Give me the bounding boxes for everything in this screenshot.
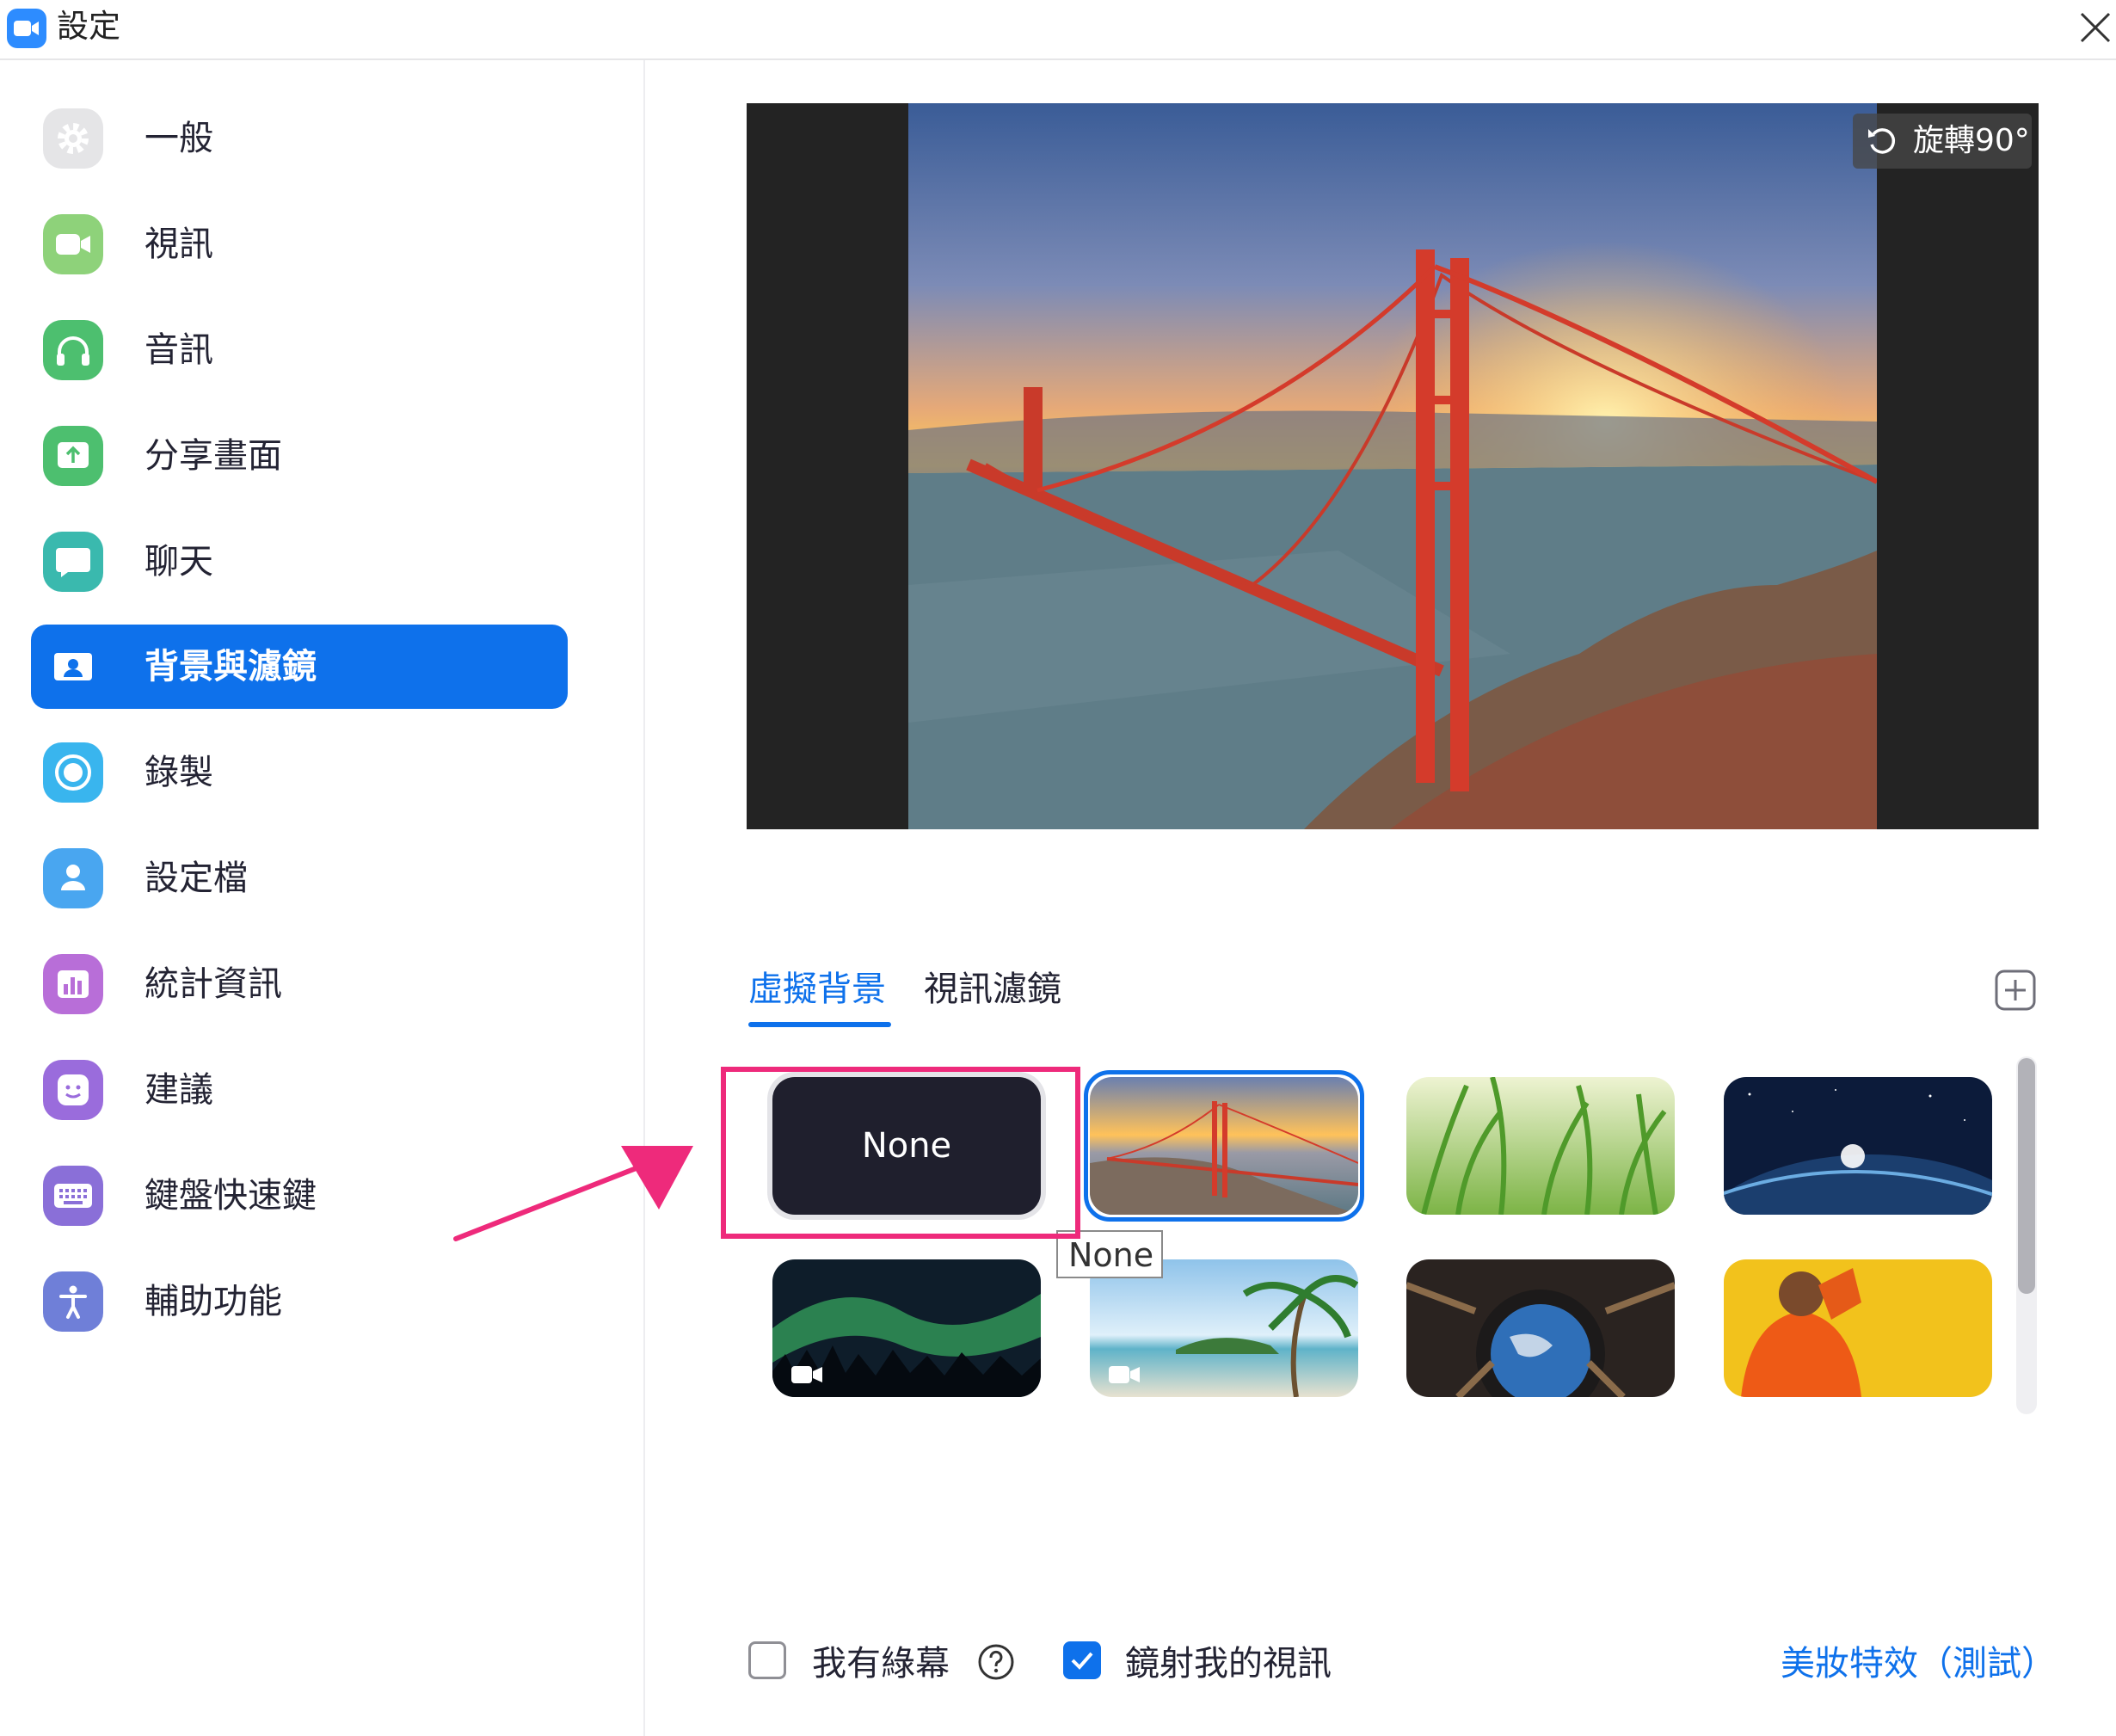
- sidebar-item-recording[interactable]: 錄製: [31, 730, 568, 815]
- sidebar-item-statistics[interactable]: 統計資訊: [31, 942, 568, 1026]
- sidebar-item-background-filters[interactable]: 背景與濾鏡: [31, 625, 568, 709]
- rotate-icon: [1865, 124, 1899, 162]
- tooltip-text: None: [1068, 1236, 1154, 1274]
- sidebar-item-video[interactable]: 視訊: [31, 202, 568, 286]
- settings-sidebar: 一般 視訊 音訊 分享畫面 聊天 背景與濾鏡 錄製 設定檔 統計資訊 建議 鍵盤…: [0, 60, 645, 1736]
- keyboard-icon: [43, 1166, 103, 1226]
- share-screen-icon: [43, 426, 103, 486]
- background-option-golden-gate[interactable]: [1090, 1077, 1358, 1215]
- scrollbar-thumb[interactable]: [2018, 1058, 2035, 1294]
- sidebar-item-label: 視訊: [145, 225, 213, 264]
- video-camera-icon: [791, 1364, 824, 1385]
- sidebar-item-chat[interactable]: 聊天: [31, 520, 568, 604]
- sidebar-item-label: 聊天: [145, 542, 213, 582]
- background-option-green-grass[interactable]: [1406, 1077, 1675, 1215]
- sidebar-item-label: 鍵盤快速鍵: [145, 1176, 317, 1216]
- close-icon[interactable]: [2075, 7, 2116, 48]
- sidebar-item-label: 背景與濾鏡: [145, 647, 317, 686]
- golden-gate-preview-image: [908, 103, 1879, 829]
- sidebar-item-label: 統計資訊: [145, 964, 282, 1004]
- sidebar-item-label: 設定檔: [145, 859, 248, 898]
- annotation-highlight-box: [721, 1067, 1080, 1239]
- sidebar-item-label: 分享畫面: [145, 436, 282, 476]
- beauty-effects-link[interactable]: 美妝特效（測試）: [1781, 1640, 2056, 1688]
- gear-icon: [43, 108, 103, 169]
- sidebar-item-profile[interactable]: 設定檔: [31, 836, 568, 920]
- mirror-video-label: 鏡射我的視訊: [1125, 1644, 1332, 1684]
- background-person-icon: [43, 637, 103, 697]
- background-option-beach[interactable]: [1090, 1259, 1358, 1397]
- headphones-icon: [43, 320, 103, 380]
- video-camera-icon: [43, 214, 103, 274]
- title-bar: 設定: [0, 0, 2116, 60]
- plus-icon: [1995, 970, 2036, 1011]
- zoom-logo-icon: [7, 9, 46, 48]
- rotate-label: 旋轉90°: [1913, 123, 2030, 158]
- green-screen-checkbox[interactable]: [748, 1641, 786, 1679]
- sidebar-item-accessibility[interactable]: 輔助功能: [31, 1259, 568, 1344]
- video-preview: 旋轉90°: [747, 103, 2039, 829]
- sidebar-item-label: 建議: [145, 1070, 213, 1110]
- sidebar-item-feedback[interactable]: 建議: [31, 1048, 568, 1132]
- help-question-icon[interactable]: [977, 1643, 1015, 1681]
- mirror-video-checkbox[interactable]: [1063, 1641, 1101, 1679]
- background-option-earth-space[interactable]: [1724, 1077, 1992, 1215]
- green-screen-label: 我有綠幕: [812, 1644, 950, 1684]
- window-title: 設定: [57, 8, 120, 45]
- sidebar-item-share-screen[interactable]: 分享畫面: [31, 414, 568, 498]
- tab-video-filters[interactable]: 視訊濾鏡: [924, 965, 1061, 1013]
- sidebar-item-label: 輔助功能: [145, 1282, 282, 1321]
- rotate-90-button[interactable]: 旋轉90°: [1853, 114, 2032, 169]
- sidebar-item-audio[interactable]: 音訊: [31, 308, 568, 392]
- sidebar-item-label: 音訊: [145, 330, 213, 370]
- background-option-space-station[interactable]: [1406, 1259, 1675, 1397]
- chat-bubble-icon: [43, 532, 103, 592]
- statistics-icon: [43, 954, 103, 1014]
- active-tab-indicator: [748, 1022, 891, 1027]
- add-background-button[interactable]: [1994, 969, 2037, 1012]
- annotation-arrow-icon: [447, 1127, 705, 1251]
- record-icon: [43, 742, 103, 803]
- accessibility-icon: [43, 1271, 103, 1332]
- profile-icon: [43, 848, 103, 908]
- background-option-aurora[interactable]: [772, 1259, 1041, 1397]
- video-camera-icon: [1109, 1364, 1141, 1385]
- sidebar-item-label: 一般: [145, 119, 213, 158]
- sidebar-item-label: 錄製: [145, 753, 213, 792]
- feedback-smiley-icon: [43, 1060, 103, 1120]
- sidebar-item-general[interactable]: 一般: [31, 96, 568, 181]
- background-option-orange-jacket[interactable]: [1724, 1259, 1992, 1397]
- tab-virtual-background[interactable]: 虛擬背景: [748, 965, 886, 1013]
- checkmark-icon: [1071, 1652, 1093, 1670]
